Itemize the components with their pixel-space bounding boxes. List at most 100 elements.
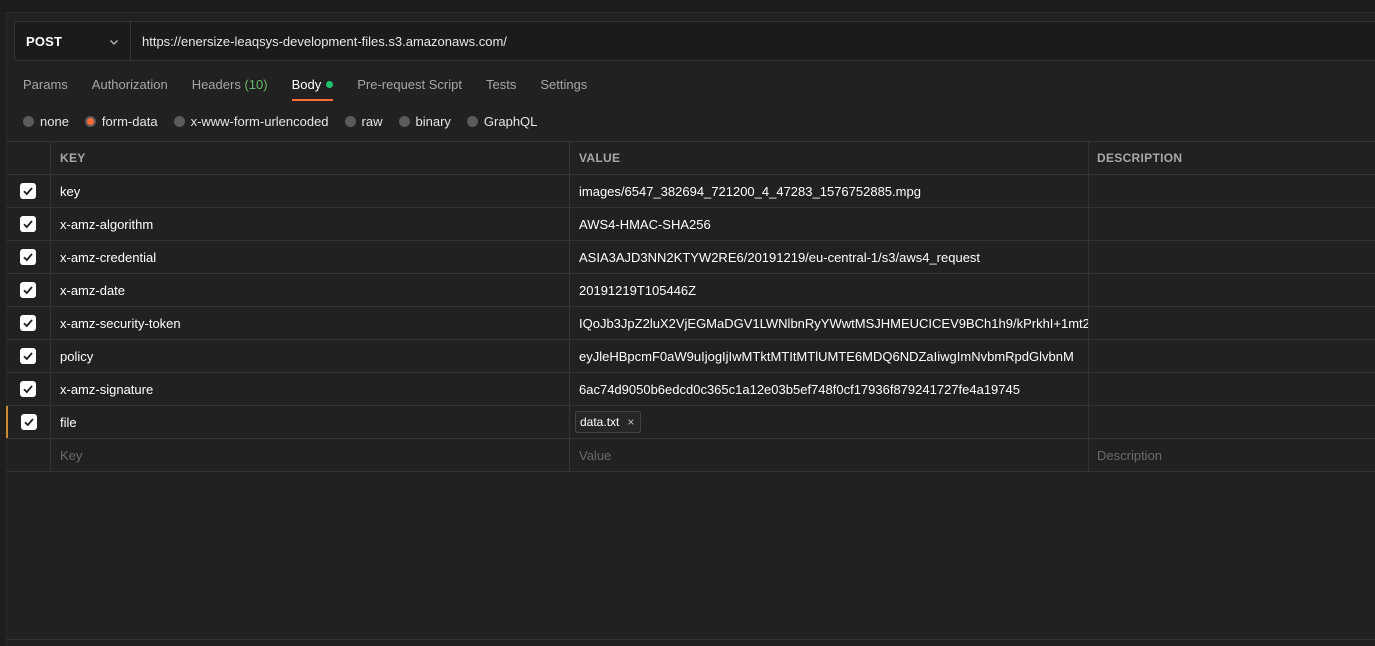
radio-none[interactable]: none [23, 114, 69, 129]
row-description[interactable] [1089, 208, 1375, 240]
header-check-cell [6, 142, 51, 174]
body-type-selector: none form-data x-www-form-urlencoded raw… [23, 111, 553, 131]
row-value[interactable]: eyJleHBpcmF0aW9uIjogIjIwMTktMTItMTlUMTE6… [570, 340, 1089, 372]
radio-raw[interactable]: raw [344, 113, 383, 129]
new-key-input[interactable]: Key [51, 439, 570, 471]
new-description-input[interactable]: Description [1089, 439, 1375, 471]
row-checkbox[interactable] [20, 183, 36, 199]
close-icon[interactable]: × [627, 415, 634, 429]
row-description[interactable] [1089, 340, 1375, 372]
row-checkbox[interactable] [21, 414, 37, 430]
tab-pre-request-script[interactable]: Pre-request Script [357, 71, 462, 101]
file-chip-name: data.txt [580, 415, 620, 429]
row-value[interactable]: 6ac74d9050b6edcd0c365c1a12e03b5ef748f0cf… [570, 373, 1089, 405]
row-value[interactable]: ASIA3AJD3NN2KTYW2RE6/20191219/eu-central… [570, 241, 1089, 273]
row-key[interactable]: file [51, 406, 570, 438]
row-key[interactable]: x-amz-security-token [51, 307, 570, 339]
radio-form-data[interactable]: form-data [84, 114, 158, 129]
row-description[interactable] [1089, 307, 1375, 339]
tab-authorization-label: Authorization [91, 77, 168, 92]
row-value-file[interactable]: data.txt × [570, 406, 1089, 438]
row-key[interactable]: x-amz-algorithm [51, 208, 570, 240]
method-label: POST [26, 33, 63, 49]
row-check-cell [6, 406, 51, 438]
tab-settings-label: Settings [540, 77, 588, 92]
tab-headers-label: Headers [191, 77, 241, 92]
headers-count: (10) [244, 77, 268, 92]
checkmark-icon [24, 418, 34, 427]
tab-params[interactable]: Params [23, 71, 68, 101]
row-check-cell [6, 208, 51, 240]
table-row: x-amz-date 20191219T105446Z [6, 274, 1375, 307]
radio-none-label: none [40, 113, 69, 129]
row-description[interactable] [1089, 373, 1375, 405]
tab-tests[interactable]: Tests [486, 71, 516, 101]
row-checkbox[interactable] [20, 348, 36, 364]
new-value-input[interactable]: Value [570, 439, 1089, 471]
table-row: x-amz-signature 6ac74d9050b6edcd0c365c1a… [6, 373, 1375, 406]
request-tabs: Params Authorization Headers (10) Body P… [23, 71, 611, 101]
row-value[interactable]: IQoJb3JpZ2luX2VjEGMaDGV1LWNlbnRyYWwtMSJH… [570, 307, 1089, 339]
row-checkbox[interactable] [20, 381, 36, 397]
request-url-bar: POST [14, 21, 1375, 61]
radio-urlencoded-label: x-www-form-urlencoded [190, 113, 329, 129]
column-header-key: KEY [51, 142, 570, 174]
radio-binary-label: binary [415, 113, 451, 129]
table-row: key images/6547_382694_721200_4_47283_15… [6, 175, 1375, 208]
tab-tests-label: Tests [485, 77, 517, 92]
row-key[interactable]: x-amz-signature [51, 373, 570, 405]
tab-body-label: Body [291, 77, 322, 92]
row-check-cell [6, 307, 51, 339]
row-checkbox[interactable] [20, 282, 36, 298]
radio-graphql[interactable]: GraphQL [466, 113, 538, 129]
radio-raw-circle [344, 115, 356, 127]
radio-binary-circle [398, 115, 410, 127]
bottom-divider [6, 639, 1375, 640]
method-select[interactable]: POST [15, 22, 131, 60]
tab-body[interactable]: Body [291, 71, 334, 101]
row-key[interactable]: key [51, 175, 570, 207]
checkmark-icon [23, 220, 33, 229]
tab-headers[interactable]: Headers (10) [192, 71, 268, 101]
radio-urlencoded-circle [173, 115, 185, 127]
radio-none-circle [23, 115, 34, 127]
url-input[interactable] [131, 22, 1375, 60]
row-description[interactable] [1089, 274, 1375, 306]
checkmark-icon [23, 319, 33, 328]
row-description[interactable] [1089, 175, 1375, 207]
checkmark-icon [23, 352, 33, 361]
row-key[interactable]: x-amz-date [51, 274, 570, 306]
radio-form-data-circle [84, 115, 96, 127]
table-row: x-amz-algorithm AWS4-HMAC-SHA256 [6, 208, 1375, 241]
table-row-new: Key Value Description [6, 439, 1375, 472]
row-key[interactable]: policy [51, 340, 570, 372]
file-chip: data.txt × [575, 411, 642, 433]
row-checkbox[interactable] [20, 216, 36, 232]
top-tab-strip [0, 0, 1375, 13]
row-value[interactable]: 20191219T105446Z [570, 274, 1089, 306]
radio-raw-label: raw [361, 113, 383, 129]
row-key[interactable]: x-amz-credential [51, 241, 570, 273]
form-data-table: KEY VALUE DESCRIPTION key images/6547_38… [6, 141, 1375, 472]
row-checkbox[interactable] [20, 249, 36, 265]
row-check-cell [6, 373, 51, 405]
row-description[interactable] [1089, 241, 1375, 273]
tab-params-label: Params [23, 77, 68, 92]
radio-graphql-label: GraphQL [483, 113, 538, 129]
tab-settings[interactable]: Settings [540, 71, 587, 101]
postman-request-editor: POST Params Authorization Headers (10) B… [0, 0, 1375, 646]
column-header-value: VALUE [570, 142, 1089, 174]
row-check-cell [6, 241, 51, 273]
tab-authorization[interactable]: Authorization [92, 71, 168, 101]
table-header-row: KEY VALUE DESCRIPTION [6, 142, 1375, 175]
radio-x-www-form-urlencoded[interactable]: x-www-form-urlencoded [173, 113, 329, 129]
row-value[interactable]: images/6547_382694_721200_4_47283_157675… [570, 175, 1089, 207]
chevron-down-icon [108, 35, 120, 47]
row-description[interactable] [1089, 406, 1375, 438]
checkmark-icon [23, 385, 33, 394]
body-active-dot [326, 81, 334, 88]
row-value[interactable]: AWS4-HMAC-SHA256 [570, 208, 1089, 240]
radio-binary[interactable]: binary [398, 113, 451, 129]
checkmark-icon [23, 253, 33, 262]
row-checkbox[interactable] [20, 315, 36, 331]
